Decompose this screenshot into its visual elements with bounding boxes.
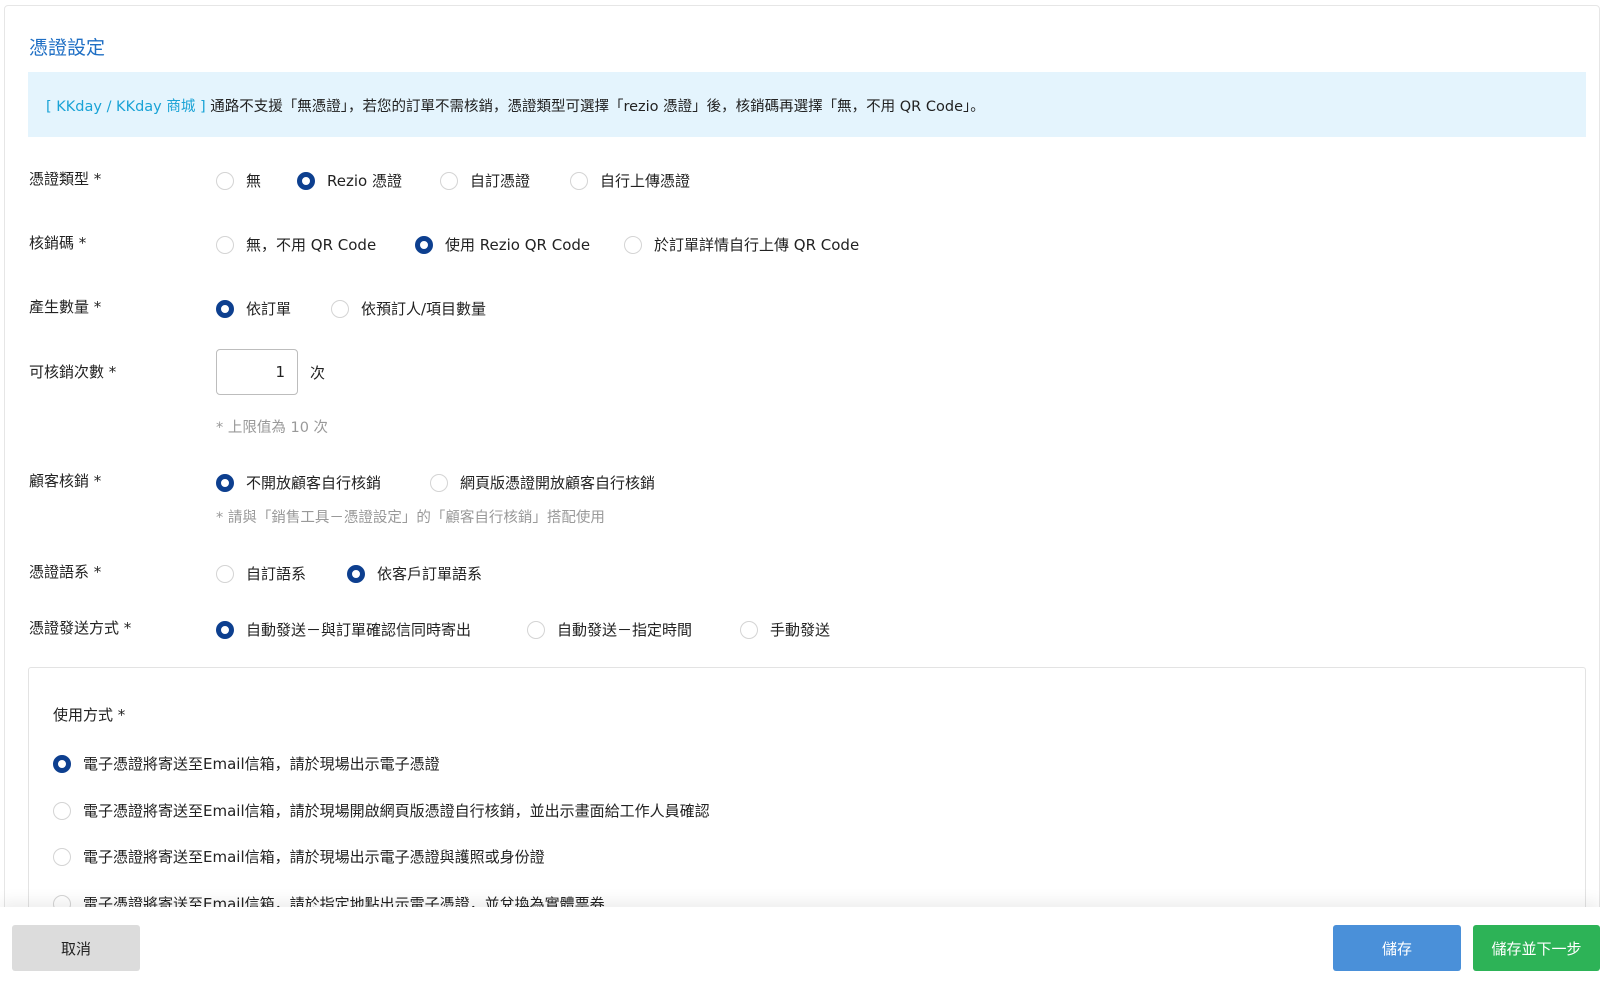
redeem-times-unit: 次 (310, 364, 326, 382)
option-label: 電子憑證將寄送至Email信箱，請於現場出示電子憑證與護照或身份證 (83, 848, 545, 866)
option-label: 於訂單詳情自行上傳 QR Code (654, 236, 860, 254)
radio-icon (53, 801, 71, 820)
voucher-type-option-custom[interactable]: 自訂憑證 (440, 170, 530, 191)
radio-icon (570, 171, 588, 190)
option-label: 自動發送－指定時間 (557, 621, 693, 639)
voucher-language-label: 憑證語系 * (29, 563, 102, 581)
section-title: 憑證設定 (29, 37, 106, 59)
option-label: 自動發送－與訂單確認信同時寄出 (246, 621, 472, 639)
radio-icon (216, 473, 234, 492)
radio-icon (331, 299, 349, 318)
notice-text: [ KKday / KKday 商城 ] 通路不支援「無憑證」，若您的訂單不需核… (46, 95, 985, 116)
redemption-code-option-rezio-qr[interactable]: 使用 Rezio QR Code (415, 234, 590, 255)
voucher-language-option-custom[interactable]: 自訂語系 (216, 563, 306, 584)
radio-icon (53, 754, 71, 773)
option-label: 電子憑證將寄送至Email信箱，請於現場開啟網頁版憑證自行核銷，並出示畫面給工作… (83, 802, 710, 820)
radio-icon (740, 620, 758, 639)
redeem-times-hint: * 上限值為 10 次 (216, 420, 329, 436)
redeem-times-input[interactable] (216, 349, 298, 395)
usage-option-show-voucher[interactable]: 電子憑證將寄送至Email信箱，請於現場出示電子憑證 (53, 753, 440, 774)
voucher-language-option-by-order[interactable]: 依客戶訂單語系 (347, 563, 482, 584)
usage-option-self-redeem[interactable]: 電子憑證將寄送至Email信箱，請於現場開啟網頁版憑證自行核銷，並出示畫面給工作… (53, 800, 710, 821)
send-method-option-auto-scheduled[interactable]: 自動發送－指定時間 (527, 619, 692, 640)
radio-icon (216, 620, 234, 639)
radio-icon (216, 564, 234, 583)
quantity-label: 產生數量 * (29, 298, 102, 316)
send-method-label: 憑證發送方式 * (29, 619, 132, 637)
redemption-code-label: 核銷碼 * (29, 234, 87, 252)
cancel-button[interactable]: 取消 (12, 925, 140, 971)
voucher-type-option-rezio[interactable]: Rezio 憑證 (297, 170, 402, 191)
customer-redeem-label: 顧客核銷 * (29, 472, 102, 490)
redeem-times-label: 可核銷次數 * (29, 363, 117, 381)
save-and-next-button[interactable]: 儲存並下一步 (1473, 925, 1600, 971)
voucher-type-option-none[interactable]: 無 (216, 170, 261, 191)
option-label: 依訂單 (246, 300, 292, 318)
radio-icon (347, 564, 365, 583)
option-label: 不開放顧客自行核銷 (246, 474, 382, 492)
voucher-type-label: 憑證類型 * (29, 170, 102, 188)
option-label: 無 (246, 172, 262, 190)
send-method-option-auto-with-confirmation[interactable]: 自動發送－與訂單確認信同時寄出 (216, 619, 471, 640)
redemption-code-option-upload-qr[interactable]: 於訂單詳情自行上傳 QR Code (624, 234, 859, 255)
option-label: 自行上傳憑證 (600, 172, 691, 190)
option-label: 使用 Rezio QR Code (445, 236, 591, 254)
save-button[interactable]: 儲存 (1333, 925, 1461, 971)
quantity-option-by-order[interactable]: 依訂單 (216, 298, 291, 319)
option-label: 自訂憑證 (470, 172, 531, 190)
option-label: 自訂語系 (246, 565, 307, 583)
option-label: 網頁版憑證開放顧客自行核銷 (460, 474, 656, 492)
option-label: 無，不用 QR Code (246, 236, 377, 254)
customer-redeem-option-closed[interactable]: 不開放顧客自行核銷 (216, 472, 381, 493)
usage-label: 使用方式 * (53, 706, 126, 724)
usage-option-show-with-id[interactable]: 電子憑證將寄送至Email信箱，請於現場出示電子憑證與護照或身份證 (53, 846, 545, 867)
voucher-type-option-upload[interactable]: 自行上傳憑證 (570, 170, 690, 191)
radio-icon (216, 171, 234, 190)
notice-banner: [ KKday / KKday 商城 ] 通路不支援「無憑證」，若您的訂單不需核… (28, 72, 1586, 137)
radio-icon (440, 171, 458, 190)
customer-redeem-option-open[interactable]: 網頁版憑證開放顧客自行核銷 (430, 472, 655, 493)
quantity-option-by-person[interactable]: 依預訂人/項目數量 (331, 298, 486, 319)
notice-tag: [ KKday / KKday 商城 ] (46, 99, 206, 115)
radio-icon (527, 620, 545, 639)
option-label: 電子憑證將寄送至Email信箱，請於現場出示電子憑證 (83, 755, 440, 773)
radio-icon (216, 235, 234, 254)
send-method-option-manual[interactable]: 手動發送 (740, 619, 830, 640)
option-label: 依預訂人/項目數量 (361, 300, 487, 318)
radio-icon (53, 847, 71, 866)
radio-icon (216, 299, 234, 318)
radio-icon (624, 235, 642, 254)
radio-icon (297, 171, 315, 190)
footer-bar: 取消 儲存 儲存並下一步 (0, 907, 1600, 988)
customer-redeem-hint: * 請與「銷售工具－憑證設定」的「顧客自行核銷」搭配使用 (216, 510, 605, 526)
redemption-code-option-none[interactable]: 無，不用 QR Code (216, 234, 376, 255)
option-label: 手動發送 (770, 621, 831, 639)
radio-icon (430, 473, 448, 492)
option-label: 依客戶訂單語系 (377, 565, 483, 583)
radio-icon (415, 235, 433, 254)
option-label: Rezio 憑證 (327, 172, 402, 190)
notice-message: 通路不支援「無憑證」，若您的訂單不需核銷，憑證類型可選擇「rezio 憑證」後，… (205, 99, 985, 115)
